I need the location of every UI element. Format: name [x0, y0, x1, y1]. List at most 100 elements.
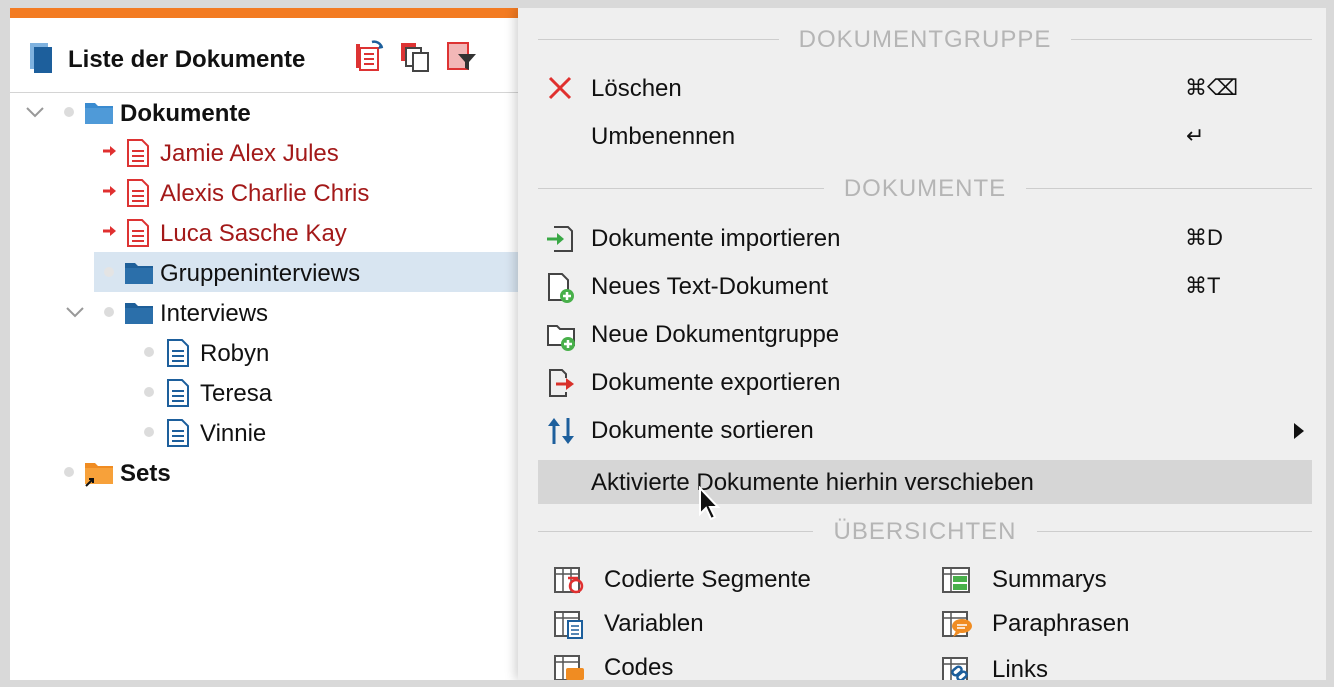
menu-item-new-text-document[interactable]: Neues Text-Dokument ⌘T	[538, 264, 1312, 308]
section-header-group: DOKUMENTGRUPPE	[538, 24, 1312, 54]
activated-arrow-icon	[103, 226, 116, 236]
menu-item-label: Dokumente sortieren	[591, 417, 814, 444]
filter-documents-button[interactable]	[444, 40, 478, 74]
chevron-down-icon[interactable]	[24, 102, 46, 122]
tree-item-gruppeninterviews[interactable]: Gruppeninterviews	[10, 252, 520, 292]
status-dot	[144, 347, 154, 357]
chevron-down-icon[interactable]	[64, 302, 86, 322]
new-document-icon	[548, 273, 574, 303]
import-icon	[547, 226, 573, 252]
folder-blue-icon	[125, 263, 153, 284]
menu-item-label: Codierte Segmente	[604, 566, 811, 593]
status-dot	[104, 307, 114, 317]
panel-header: Liste der Dokumente	[10, 18, 520, 93]
red-document-icon	[127, 139, 149, 167]
menu-item-sort-documents[interactable]: Dokumente sortieren	[538, 408, 1312, 452]
tree-item-interviews[interactable]: Interviews	[10, 292, 520, 332]
tree-item-label: Gruppeninterviews	[160, 260, 361, 287]
document-system-panel: Liste der Dokumente Dokumente Jamie Alex…	[10, 8, 520, 680]
menu-item-delete[interactable]: Löschen ⌘⌫	[538, 66, 1312, 110]
menu-item-paraphrases[interactable]: Paraphrasen	[942, 602, 1302, 646]
submenu-arrow-icon	[1294, 423, 1304, 439]
menu-item-label: Dokumente importieren	[591, 225, 841, 252]
status-dot	[144, 387, 154, 397]
tree-item-label: Sets	[120, 460, 171, 487]
menu-item-coded-segments[interactable]: Codierte Segmente	[554, 558, 914, 602]
menu-item-links[interactable]: Links	[942, 648, 1302, 680]
status-dot	[64, 107, 74, 117]
menu-item-label: Paraphrasen	[992, 610, 1130, 637]
menu-item-label: Neues Text-Dokument	[591, 273, 828, 300]
accent-bar	[10, 8, 520, 18]
codes-icon	[554, 655, 584, 680]
coded-segments-icon	[554, 567, 584, 594]
tree-item-document[interactable]: Jamie Alex Jules	[10, 132, 520, 172]
mouse-cursor-icon	[699, 486, 721, 521]
menu-item-export-documents[interactable]: Dokumente exportieren	[538, 360, 1312, 404]
variables-icon	[554, 611, 583, 639]
tree-item-label: Interviews	[160, 300, 269, 327]
status-dot	[104, 267, 114, 277]
section-header-overviews: ÜBERSICHTEN	[538, 516, 1312, 546]
export-icon	[549, 369, 574, 397]
text-document-icon	[167, 339, 189, 367]
tree-item-document[interactable]: Alexis Charlie Chris	[10, 172, 520, 212]
filter-documents-icon	[447, 42, 476, 70]
menu-item-summaries[interactable]: Summarys	[942, 558, 1302, 602]
red-document-icon	[127, 219, 149, 247]
folder-blue-icon	[125, 303, 153, 324]
tree-item-label: Jamie Alex Jules	[160, 140, 339, 167]
menu-item-label: Summarys	[992, 566, 1107, 593]
activate-documents-button[interactable]	[354, 40, 388, 74]
menu-item-move-activated-documents[interactable]: Aktivierte Dokumente hierhin verschieben	[538, 460, 1312, 504]
menu-item-label: Codes	[604, 654, 674, 680]
activate-documents-icon	[356, 40, 384, 71]
tree-item-document[interactable]: Robyn	[10, 332, 520, 372]
menu-item-label: Neue Dokumentgruppe	[591, 321, 840, 348]
menu-item-label: Variablen	[604, 610, 704, 637]
tree-item-label: Alexis Charlie Chris	[160, 180, 370, 207]
tree-item-sets[interactable]: Sets	[10, 452, 520, 492]
new-group-icon	[547, 325, 575, 351]
tree-item-dokumente[interactable]: Dokumente	[10, 92, 520, 132]
document-list-icon	[30, 43, 52, 73]
menu-item-label: Löschen	[591, 75, 682, 102]
delete-icon	[548, 76, 572, 100]
status-dot	[144, 427, 154, 437]
section-title: DOKUMENTGRUPPE	[778, 26, 1072, 53]
links-icon	[942, 657, 968, 680]
section-title: DOKUMENTE	[823, 175, 1027, 202]
tree-item-label: Luca Sasche Kay	[160, 220, 347, 247]
menu-item-label: Umbenennen	[591, 123, 736, 150]
menu-item-new-document-group[interactable]: Neue Dokumentgruppe	[538, 312, 1312, 356]
menu-item-label: Aktivierte Dokumente hierhin verschieben	[591, 469, 1034, 496]
menu-item-label: Links	[992, 656, 1049, 680]
tree-item-label: Robyn	[200, 340, 270, 367]
text-document-icon	[167, 379, 189, 407]
tree-item-label: Teresa	[200, 380, 273, 407]
activated-arrow-icon	[103, 146, 116, 156]
section-header-documents: DOKUMENTE	[538, 173, 1312, 203]
red-document-icon	[127, 179, 149, 207]
tree-item-document[interactable]: Teresa	[10, 372, 520, 412]
folder-orange-icon	[85, 463, 113, 487]
activated-arrow-icon	[103, 186, 116, 196]
shortcut-label: ⌘⌫	[1185, 75, 1239, 100]
paraphrases-icon	[942, 611, 972, 637]
panel-title: Liste der Dokumente	[68, 46, 306, 73]
menu-item-import-documents[interactable]: Dokumente importieren ⌘D	[538, 216, 1312, 260]
menu-item-variables[interactable]: Variablen	[554, 602, 914, 646]
shortcut-label: ↵	[1186, 123, 1205, 148]
tree-item-document[interactable]: Vinnie	[10, 412, 520, 452]
tree-item-document[interactable]: Luca Sasche Kay	[10, 212, 520, 252]
menu-item-rename[interactable]: Umbenennen ↵	[538, 114, 1312, 158]
tree-item-label: Dokumente	[120, 100, 251, 127]
shortcut-label: ⌘T	[1185, 273, 1221, 298]
summaries-icon	[942, 567, 970, 593]
shortcut-label: ⌘D	[1185, 225, 1223, 250]
menu-item-label: Dokumente exportieren	[591, 369, 841, 396]
tree-item-label: Vinnie	[200, 420, 267, 447]
menu-item-codes[interactable]: Codes	[554, 646, 914, 680]
copy-documents-button[interactable]	[398, 40, 432, 74]
section-title: ÜBERSICHTEN	[813, 518, 1037, 545]
